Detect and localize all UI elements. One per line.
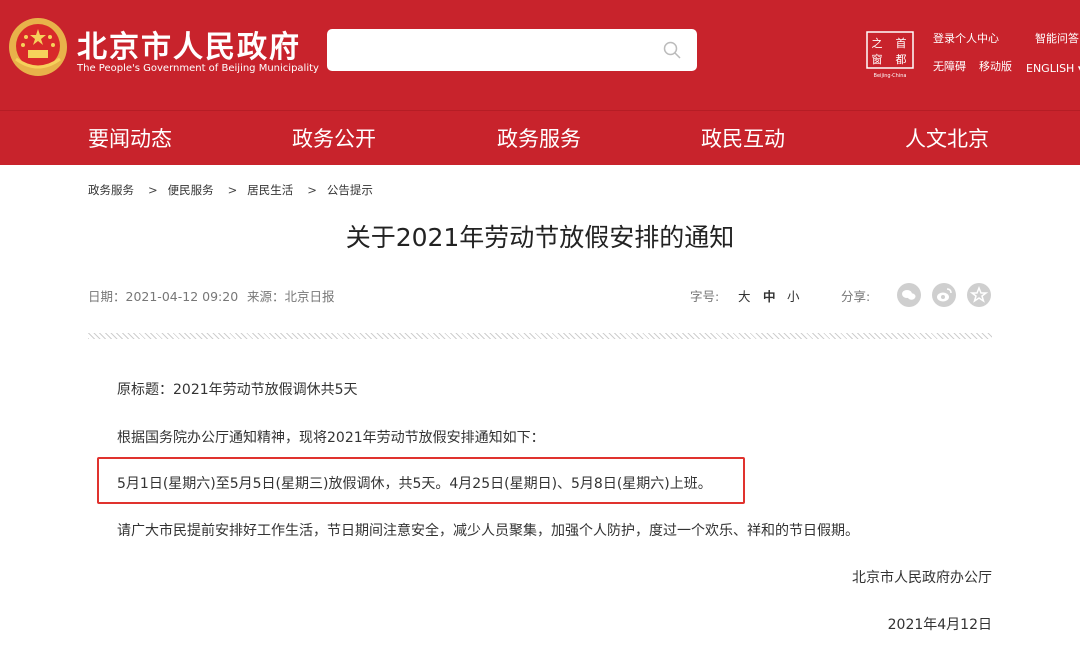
hatched-divider — [88, 333, 992, 339]
breadcrumb-separator: > — [227, 183, 238, 197]
svg-text:都: 都 — [896, 53, 907, 66]
article-source: 来源：北京日报 — [247, 289, 335, 304]
article-paragraph: 原标题：2021年劳动节放假调休共5天 — [117, 382, 358, 398]
breadcrumb-item[interactable]: 便民服务 — [168, 183, 214, 197]
search-box[interactable] — [327, 29, 697, 71]
breadcrumb-separator: > — [307, 183, 317, 197]
assistant-link[interactable]: 智能问答 — [1035, 30, 1079, 46]
share-label: 分享: — [841, 289, 871, 304]
nav-item-services[interactable]: 政务服务 — [497, 123, 581, 153]
mobile-link[interactable]: 移动版 — [979, 58, 1012, 74]
favorite-icon[interactable] — [967, 283, 991, 307]
national-emblem-icon[interactable] — [8, 17, 68, 77]
site-name-cn[interactable]: 北京市人民政府 — [77, 22, 301, 66]
accessible-link[interactable]: 无障碍 — [933, 58, 966, 74]
font-size-small[interactable]: 小 — [787, 286, 800, 305]
article-sign-date: 2021年4月12日 — [887, 617, 992, 633]
weibo-icon[interactable] — [932, 283, 956, 307]
site-name-en[interactable]: The People's Government of Beijing Munic… — [77, 63, 319, 74]
nav-item-culture[interactable]: 人文北京 — [905, 123, 989, 153]
wechat-icon[interactable] — [897, 283, 921, 307]
nav-item-news[interactable]: 要闻动态 — [88, 123, 172, 153]
login-link[interactable]: 登录个人中心 — [933, 30, 999, 46]
nav-item-open-gov[interactable]: 政务公开 — [292, 123, 376, 153]
article-title: 关于2021年劳动节放假安排的通知 — [345, 223, 735, 252]
article-paragraph: 请广大市民提前安排好工作生活，节日期间注意安全，减少人员聚集，加强个人防护，度过… — [117, 523, 859, 539]
svg-text:首: 首 — [896, 36, 907, 50]
article-paragraph: 根据国务院办公厅通知精神，现将2021年劳动节放假安排通知如下： — [117, 430, 545, 446]
nav-item-interaction[interactable]: 政民互动 — [701, 123, 785, 153]
font-size-medium[interactable]: 中 — [763, 286, 776, 305]
breadcrumb-separator: > — [148, 183, 158, 197]
article-signature: 北京市人民政府办公厅 — [852, 570, 992, 586]
article-date: 日期：2021-04-12 09:20 — [88, 289, 239, 304]
capital-window-logo-icon[interactable]: 之 首 窗 都 Beijing·China — [865, 30, 915, 80]
svg-text:窗: 窗 — [872, 52, 883, 66]
breadcrumb: 政务服务 > 便民服务 > 居民生活 > 公告提示 — [88, 182, 377, 198]
search-icon[interactable] — [662, 40, 682, 60]
article-paragraph-highlighted: 5月1日(星期六)至5月5日(星期三)放假调休，共5天。4月25日(星期日)、5… — [117, 476, 712, 492]
breadcrumb-item[interactable]: 公告提示 — [327, 183, 373, 197]
svg-text:之: 之 — [872, 36, 883, 50]
breadcrumb-item[interactable]: 居民生活 — [247, 183, 293, 197]
font-size-label: 字号: — [690, 289, 720, 304]
svg-text:Beijing·China: Beijing·China — [874, 73, 907, 79]
font-size-large[interactable]: 大 — [738, 286, 751, 305]
breadcrumb-item[interactable]: 政务服务 — [88, 183, 134, 197]
english-link[interactable]: ENGLISH ▾ — [1026, 62, 1080, 75]
